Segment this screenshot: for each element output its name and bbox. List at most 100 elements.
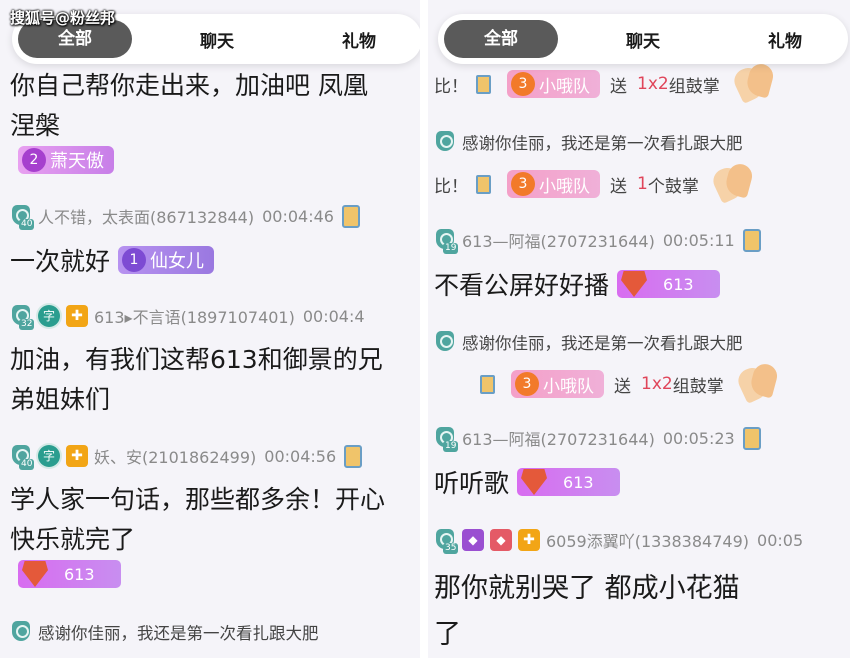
- gift-send-label: 送: [610, 176, 627, 197]
- fan-badge[interactable]: 3 小哦队: [511, 370, 604, 398]
- gift-count: 1: [637, 174, 648, 194]
- username[interactable]: 人不错，太表面(867132844): [38, 204, 254, 228]
- message-text: 你自己帮你走出来，加油吧 凤凰: [10, 71, 368, 100]
- user-level-icon: [434, 330, 458, 354]
- message-header: 40 字 ✚ 妖、安(2101862499) 00:04:56: [10, 444, 363, 470]
- message-time: 00:04:4: [302, 306, 365, 326]
- message-text: 加油，有我们这帮613和御景的兄: [10, 345, 383, 374]
- gift-prefix: 比！: [434, 76, 468, 97]
- message-time: 00:05:23: [662, 428, 735, 448]
- message-text: 弟姐妹们: [10, 385, 111, 414]
- gift-name: 组鼓掌: [668, 76, 720, 97]
- user-level-icon: 19: [434, 426, 459, 452]
- fan-badge-name: 小哦队: [539, 176, 590, 197]
- heart-icon: 3: [511, 172, 535, 196]
- heart-icon: 2: [22, 148, 46, 172]
- message-time: 00:04:46: [262, 206, 334, 226]
- user-level-icon: [10, 620, 34, 644]
- user-level-icon: [434, 130, 458, 154]
- gift-message: 3 小哦队 送 1x2 组鼓掌: [434, 364, 780, 404]
- fan-badge-name: 613: [663, 274, 694, 294]
- message-body: 不看公屏好好播 613: [434, 266, 720, 302]
- gift-message: 比！ 3 小哦队 送 1x2 组鼓掌: [434, 64, 776, 104]
- message-time: 00:05:11: [662, 230, 735, 250]
- thanks-message: 感谢你佳丽，我还是第一次看扎跟大肥: [434, 130, 743, 154]
- gift-message: 比！ 3 小哦队 送 1 个鼓掌: [434, 164, 755, 204]
- user-level-icon: 19: [434, 228, 459, 254]
- fan-badge-613[interactable]: 613: [18, 560, 121, 588]
- clap-gift-icon: [734, 364, 780, 404]
- gem-icon: [521, 469, 548, 495]
- message-body: 一次就好 1 仙女儿: [10, 242, 215, 278]
- user-level-icon: 40: [10, 444, 35, 470]
- clap-gift-icon: [709, 164, 755, 204]
- text-badge-icon: 字: [38, 305, 60, 327]
- gift-count: 1x2: [641, 374, 673, 394]
- gift-send-label: 送: [610, 76, 627, 97]
- phone-icon: [476, 174, 491, 194]
- message-time: 00:04:56: [264, 446, 337, 466]
- message-body: 听听歌 613: [434, 464, 620, 500]
- fan-badge[interactable]: 2 萧天傲: [18, 146, 114, 174]
- tab-chat[interactable]: 聊天: [608, 27, 678, 52]
- thanks-text: 感谢你佳丽，我还是第一次看扎跟大肥: [462, 134, 743, 153]
- message-header: 32 字 ✚ 613▸不言语(1897107401) 00:04:4: [10, 304, 365, 330]
- message-header: 19 613—阿福(2707231644) 00:05:23: [434, 426, 761, 452]
- fan-badge-name: 小哦队: [539, 76, 590, 97]
- heart-icon: 1: [122, 248, 147, 272]
- heart-icon: 3: [515, 372, 539, 396]
- gem-icon: [22, 561, 48, 587]
- message-header: 40 人不错，太表面(867132844) 00:04:46: [10, 204, 360, 230]
- phone-icon: [341, 204, 360, 228]
- clap-gift-icon: [730, 64, 776, 104]
- heart-icon: 3: [511, 72, 535, 96]
- message-header: 35 ◆ ◆ ✚ 6059添翼吖(1338384749) 00:05: [434, 528, 804, 554]
- badge-purple-icon: ◆: [462, 529, 484, 551]
- phone-icon: [344, 444, 363, 468]
- phone-icon: [476, 74, 491, 94]
- chat-filter-tabs: 全部 聊天 礼物: [438, 14, 848, 64]
- thanks-text: 感谢你佳丽，我还是第一次看扎跟大肥: [38, 624, 319, 643]
- username[interactable]: 613—阿福(2707231644): [462, 228, 655, 252]
- thanks-text: 感谢你佳丽，我还是第一次看扎跟大肥: [462, 334, 743, 353]
- fan-badge-613[interactable]: 613: [617, 270, 720, 298]
- tab-gift[interactable]: 礼物: [324, 27, 394, 52]
- username[interactable]: 613▸不言语(1897107401): [94, 304, 295, 328]
- gift-name: 个鼓掌: [647, 176, 699, 197]
- tab-chat[interactable]: 聊天: [182, 27, 252, 52]
- gift-send-label: 送: [614, 376, 631, 397]
- tab-gift[interactable]: 礼物: [750, 27, 820, 52]
- badge-red-icon: ◆: [490, 529, 512, 551]
- fan-badge[interactable]: 1 仙女儿: [118, 246, 215, 274]
- message-text: 那你就别哭了 都成小花猫: [434, 573, 740, 604]
- username[interactable]: 妖、安(2101862499): [94, 444, 256, 468]
- message-text: 不看公屏好好播: [434, 271, 610, 300]
- thanks-message: 感谢你佳丽，我还是第一次看扎跟大肥: [434, 330, 743, 354]
- message-text: 快乐就完了: [10, 525, 136, 554]
- gift-icon: ✚: [66, 445, 88, 467]
- message-text: 一次就好: [10, 247, 111, 276]
- gift-icon: ✚: [66, 305, 88, 327]
- fan-badge-name: 仙女儿: [150, 251, 205, 272]
- text-badge-icon: 字: [38, 445, 60, 467]
- gift-name: 组鼓掌: [672, 376, 724, 397]
- username[interactable]: 6059添翼吖(1338384749): [546, 528, 749, 552]
- fan-badge-name: 萧天傲: [50, 151, 104, 172]
- phone-icon: [480, 374, 495, 394]
- gift-count: 1x2: [637, 74, 669, 94]
- fan-badge[interactable]: 3 小哦队: [507, 170, 600, 198]
- gift-icon: ✚: [518, 529, 540, 551]
- message-text: 学人家一句话，那些都多余！开心: [10, 485, 386, 514]
- user-level-icon: 32: [10, 304, 35, 330]
- phone-icon: [742, 426, 761, 450]
- fan-badge-name: 613: [563, 472, 594, 492]
- fan-badge[interactable]: 3 小哦队: [507, 70, 600, 98]
- username[interactable]: 613—阿福(2707231644): [462, 426, 655, 450]
- phone-icon: [742, 228, 761, 252]
- fan-badge-row: 613: [10, 560, 121, 588]
- tab-all[interactable]: 全部: [444, 20, 558, 58]
- message-text: 了: [434, 619, 461, 650]
- message-time: 00:05: [757, 530, 804, 550]
- chat-panel-left: 全部 聊天 礼物 你自己帮你走出来，加油吧 凤凰 涅槃 2 萧天傲 40 人不错…: [0, 0, 420, 658]
- fan-badge-613[interactable]: 613: [517, 468, 620, 496]
